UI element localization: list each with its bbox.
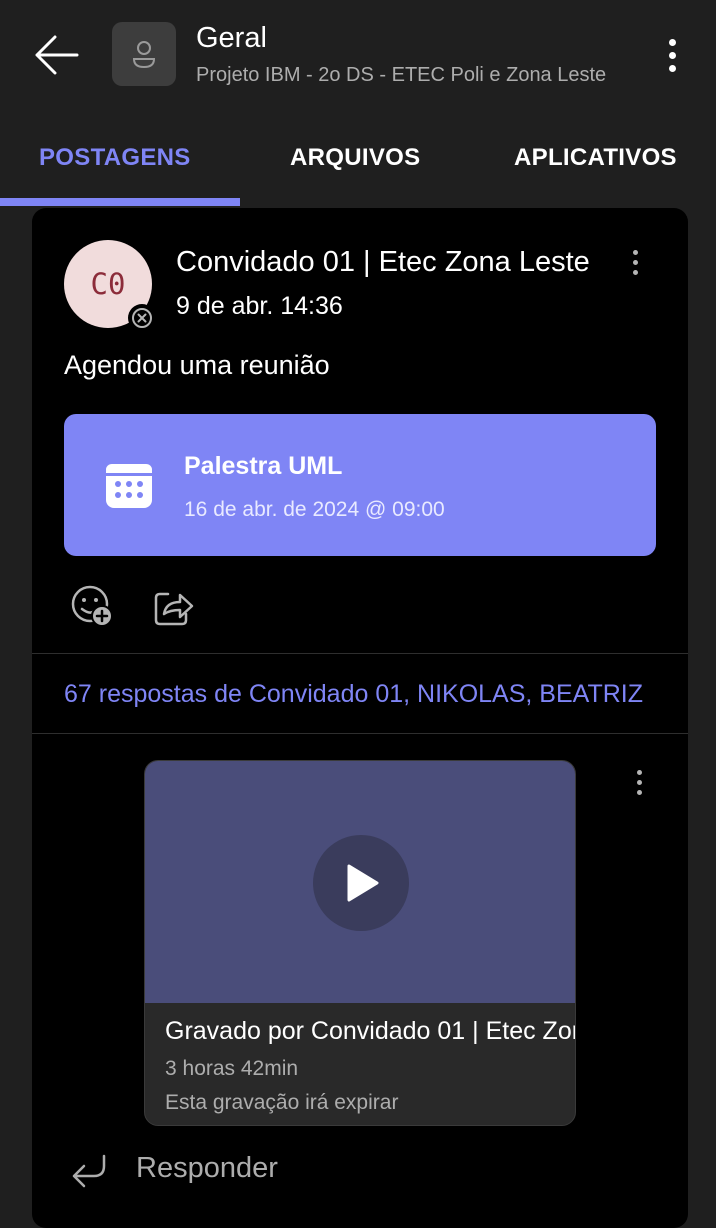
recording-thumbnail [145,761,575,1003]
post-text: Agendou uma reunião [64,350,330,380]
divider [32,653,688,654]
channel-title: Geral [196,22,267,54]
tab-bar: POSTAGENS ARQUIVOS APLICATIVOS [0,118,716,206]
recording-title: Gravado por Convidado 01 | Etec Zona Les… [165,1017,575,1045]
recording-card[interactable]: Gravado por Convidado 01 | Etec Zona Les… [144,760,576,1126]
more-vertical-icon[interactable] [652,30,692,80]
post-more-icon[interactable] [622,244,648,280]
menu-dot [668,38,676,46]
replies-link[interactable]: 67 respostas de Convidado 01, NIKOLAS, B… [64,680,654,709]
reply-icon [72,1154,106,1188]
tab-postagens[interactable]: POSTAGENS [39,144,191,172]
tab-arquivos[interactable]: ARQUIVOS [290,144,420,172]
recording-expire-note: Esta gravação irá expirar [165,1091,399,1114]
calendar-icon [106,464,152,508]
menu-dot [668,51,676,59]
meeting-title: Palestra UML [184,452,343,480]
team-name: Projeto IBM - 2o DS - ETEC Poli e Zona L… [196,64,607,86]
arrow-left-icon [35,35,79,75]
post-card: C0 Convidado 01 | Etec Zona Leste 9 de a… [32,208,688,1228]
author-name[interactable]: Convidado 01 | Etec Zona Leste [176,246,616,279]
menu-dot [636,769,642,775]
menu-dot [632,269,638,275]
team-icon [132,41,156,69]
share-icon[interactable] [150,582,198,630]
tab-aplicativos[interactable]: APLICATIVOS [514,144,677,172]
back-button[interactable] [26,30,86,80]
post-timestamp: 9 de abr. 14:36 [176,292,343,320]
active-tab-indicator [0,198,240,206]
recording-more-icon[interactable] [626,764,652,800]
menu-dot [632,249,638,255]
recording-duration: 3 horas 42min [165,1057,299,1080]
reply-button[interactable]: Responder [68,1148,468,1192]
menu-dot [632,259,638,265]
meeting-date: 16 de abr. de 2024 @ 09:00 [184,498,445,521]
play-icon [347,864,379,902]
reply-label: Responder [136,1152,278,1184]
presence-offline-icon [128,304,156,332]
app-header: Geral Projeto IBM - 2o DS - ETEC Poli e … [0,0,716,118]
menu-dot [636,779,642,785]
menu-dot [636,789,642,795]
menu-dot [668,64,676,72]
play-button[interactable] [313,835,409,931]
add-reaction-icon[interactable] [68,582,116,630]
meeting-card[interactable]: Palestra UML 16 de abr. de 2024 @ 09:00 [64,414,656,556]
channel-avatar[interactable] [112,22,176,86]
divider [32,733,688,734]
